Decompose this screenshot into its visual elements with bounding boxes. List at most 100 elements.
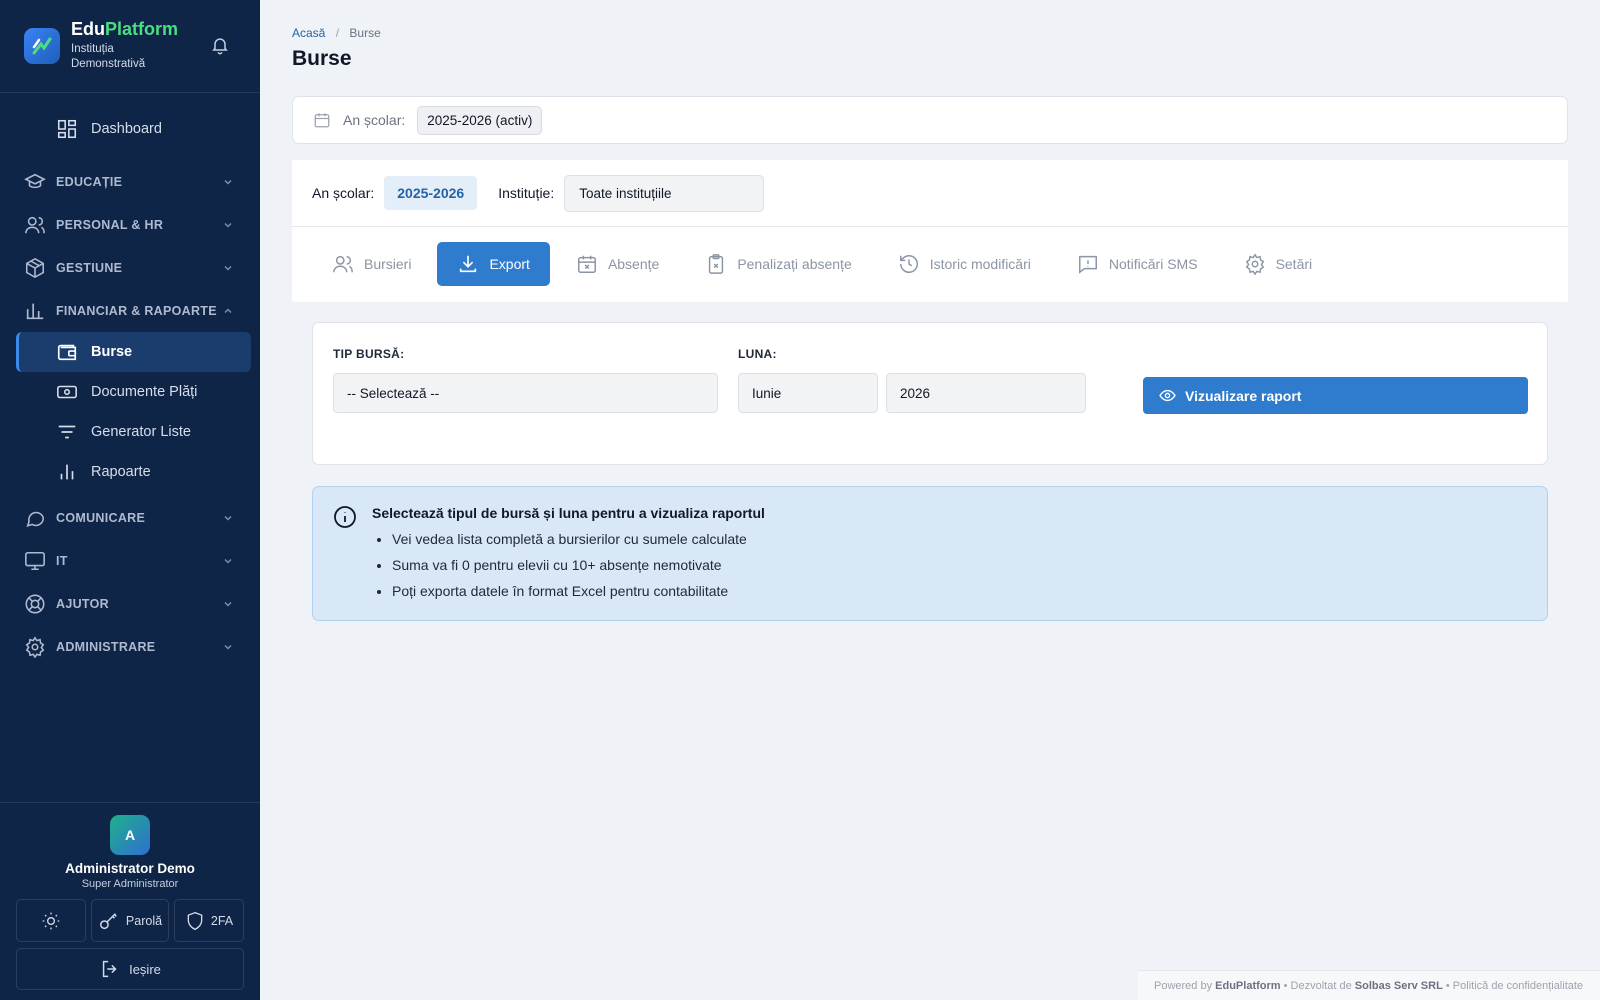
brand-logo-icon[interactable] [24, 28, 60, 64]
filter-year-badge[interactable]: 2025-2026 [384, 176, 478, 210]
section-label: EDUCAȚIE [56, 174, 123, 189]
footer-dev-company: Solbas Serv SRL [1354, 979, 1443, 992]
month-label: LUNA: [738, 347, 777, 361]
brand-header: EduPlatform Instituția Demonstrativă [0, 0, 260, 93]
calendar-icon [313, 111, 331, 129]
calendar-x-icon [576, 253, 608, 275]
footer-separator: • [1283, 979, 1288, 992]
info-title: Selectează tipul de bursă și luna pentru… [372, 505, 765, 521]
sidebar: EduPlatform Instituția Demonstrativă Das… [0, 0, 260, 1000]
message-icon [24, 507, 46, 529]
sidebar-item-dashboard[interactable]: Dashboard [16, 109, 251, 149]
info-box: Selectează tipul de bursă și luna pentru… [312, 486, 1548, 621]
chevron-down-icon [222, 262, 234, 274]
history-icon [898, 253, 930, 275]
institution-select[interactable]: Toate instituțiile [564, 174, 765, 212]
tab-setari[interactable]: Setări [1224, 242, 1333, 286]
twofa-button[interactable]: 2FA [174, 899, 244, 942]
tab-label: Notificări SMS [1108, 256, 1198, 272]
view-report-button[interactable]: Vizualizare raport [1143, 377, 1528, 414]
year-select[interactable]: 2026 [886, 373, 1086, 413]
graduation-cap-icon [24, 171, 46, 193]
sidebar-item-label: Documente Plăți [91, 384, 198, 400]
tab-penalizati[interactable]: Penalizați absențe [685, 242, 871, 286]
sidebar-section-comunicare[interactable]: COMUNICARE [0, 496, 260, 539]
sidebar-item-label: Dashboard [91, 121, 162, 137]
chevron-down-icon [222, 512, 234, 524]
sidebar-item-rapoarte[interactable]: Rapoarte [16, 452, 251, 492]
breadcrumb-current: Burse [349, 26, 381, 40]
view-report-label: Vizualizare raport [1185, 387, 1302, 404]
gear-icon [1244, 253, 1276, 275]
clipboard-x-icon [705, 253, 737, 275]
payment-icon [56, 381, 78, 403]
avatar[interactable]: A [110, 815, 150, 855]
chevron-down-icon [222, 176, 234, 188]
section-label: ADMINISTRARE [56, 639, 156, 654]
theme-toggle-button[interactable] [16, 899, 86, 942]
month-select[interactable]: Iunie [738, 373, 878, 413]
user-name: Administrator Demo [65, 861, 195, 876]
tab-label: Export [489, 256, 530, 272]
footer-separator: • [1445, 979, 1450, 992]
main-content: Acasă / Burse Burse An școlar: 2025-2026… [260, 0, 1600, 1000]
tab-label: Absențe [607, 256, 660, 272]
footer-powered-brand: EduPlatform [1215, 979, 1281, 992]
chevron-down-icon [222, 219, 234, 231]
sidebar-item-burse[interactable]: Burse [16, 332, 251, 372]
tab-label: Istoric modificări [929, 256, 1031, 272]
wallet-icon [56, 341, 78, 363]
info-item: Poți exporta datele în format Excel pent… [392, 578, 1527, 604]
sidebar-section-financiar[interactable]: FINANCIAR & RAPOARTE [0, 289, 260, 332]
password-button-label: Parolă [125, 913, 163, 928]
sidebar-section-administrare[interactable]: ADMINISTRARE [0, 625, 260, 668]
sidebar-section-gestiune[interactable]: GESTIUNE [0, 246, 260, 289]
school-year-selector[interactable]: 2025-2026 (activ) [417, 105, 543, 135]
privacy-policy-link[interactable]: Politică de confidențialitate [1453, 980, 1583, 992]
sun-icon [41, 911, 61, 931]
shield-icon [185, 911, 211, 931]
section-label: FINANCIAR & RAPOARTE [56, 303, 217, 318]
chevron-down-icon [222, 598, 234, 610]
logout-label: Ieșire [129, 961, 161, 977]
gear-icon [24, 635, 46, 658]
sidebar-item-documente-plati[interactable]: Documente Plăți [16, 372, 251, 412]
sidebar-section-it[interactable]: IT [0, 539, 260, 582]
user-panel: A Administrator Demo Super Administrator… [0, 802, 260, 1000]
page-title: Burse [292, 47, 352, 70]
brand-name-part2: Platform [105, 19, 179, 40]
sidebar-section-personal[interactable]: PERSONAL & HR [0, 203, 260, 246]
chevron-down-icon [222, 555, 234, 567]
filter-institution-label: Instituție: [498, 185, 555, 201]
sidebar-section-ajutor[interactable]: AJUTOR [0, 582, 260, 625]
logout-icon [99, 958, 129, 980]
section-label: AJUTOR [56, 596, 109, 611]
password-button[interactable]: Parolă [91, 899, 169, 942]
tab-export[interactable]: Export [437, 242, 550, 286]
sidebar-item-label: Rapoarte [91, 464, 151, 480]
school-year-label: An școlar: [343, 112, 406, 128]
bell-icon[interactable] [210, 35, 230, 55]
filter-icon [56, 421, 78, 443]
tab-istoric[interactable]: Istoric modificări [878, 242, 1051, 286]
tab-absente[interactable]: Absențe [556, 242, 679, 286]
section-label: COMUNICARE [56, 510, 146, 525]
download-icon [457, 253, 489, 275]
lifebuoy-icon [24, 593, 46, 615]
tab-bursieri[interactable]: Bursieri [312, 242, 431, 286]
export-form: TIP BURSĂ: -- Selectează -- LUNA: Iunie … [312, 322, 1548, 465]
box-icon [24, 257, 46, 279]
info-item: Vei vedea lista completă a bursierilor c… [392, 526, 1527, 552]
breadcrumb-home-link[interactable]: Acasă [292, 26, 325, 40]
tab-label: Bursieri [364, 256, 412, 272]
sidebar-item-label: Generator Liste [91, 424, 191, 440]
sidebar-item-generator-liste[interactable]: Generator Liste [16, 412, 251, 452]
scholarship-type-select[interactable]: -- Selectează -- [333, 373, 718, 413]
logout-button[interactable]: Ieșire [16, 948, 244, 990]
tab-sms[interactable]: Notificări SMS [1057, 242, 1218, 286]
info-icon [333, 505, 357, 529]
institution-name: Instituția Demonstrativă [71, 42, 146, 71]
tab-label: Penalizați absențe [737, 256, 852, 272]
section-label: GESTIUNE [56, 260, 123, 275]
sidebar-section-educatie[interactable]: EDUCAȚIE [0, 160, 260, 203]
